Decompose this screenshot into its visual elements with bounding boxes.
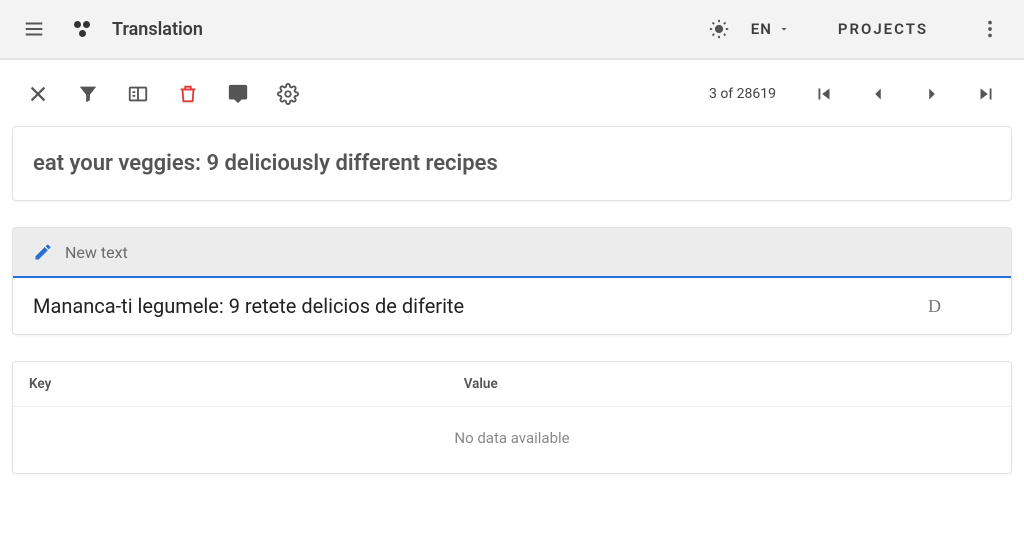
next-page-icon[interactable] (918, 80, 946, 108)
table-empty-message: No data available (13, 407, 1011, 473)
app-title: Translation (112, 19, 203, 40)
filter-icon[interactable] (74, 80, 102, 108)
target-body[interactable]: Mananca-ti legumele: 9 retete delicios d… (13, 278, 1011, 334)
app-header: Translation EN PROJECTS (0, 0, 1024, 60)
pagination-controls (810, 80, 1000, 108)
first-page-icon[interactable] (810, 80, 838, 108)
hamburger-menu-icon[interactable] (20, 15, 48, 43)
record-counter: 3 of 28619 (709, 86, 776, 102)
column-key: Key (29, 376, 464, 392)
source-text: eat your veggies: 9 deliciously differen… (33, 151, 991, 176)
target-text[interactable]: Mananca-ti legumele: 9 retete delicios d… (33, 294, 928, 318)
column-value: Value (464, 376, 995, 392)
status-badge: D (928, 296, 941, 317)
delete-icon[interactable] (174, 80, 202, 108)
target-label: New text (65, 243, 128, 262)
app-logo-icon (74, 20, 92, 38)
split-view-icon[interactable] (124, 80, 152, 108)
close-icon[interactable] (24, 80, 52, 108)
metadata-table: Key Value No data available (12, 361, 1012, 474)
projects-link[interactable]: PROJECTS (838, 20, 928, 38)
language-selector[interactable]: EN (751, 20, 790, 38)
comment-icon[interactable] (224, 80, 252, 108)
source-text-card: eat your veggies: 9 deliciously differen… (12, 126, 1012, 201)
table-header-row: Key Value (13, 362, 1011, 407)
language-code: EN (751, 20, 772, 38)
target-text-card: New text Mananca-ti legumele: 9 retete d… (12, 227, 1012, 335)
edit-icon (33, 242, 53, 262)
editor-toolbar: 3 of 28619 (0, 60, 1024, 126)
chevron-down-icon (778, 23, 790, 35)
target-header[interactable]: New text (13, 228, 1011, 278)
theme-toggle-icon[interactable] (705, 15, 733, 43)
settings-icon[interactable] (274, 80, 302, 108)
kebab-menu-icon[interactable] (976, 15, 1004, 43)
last-page-icon[interactable] (972, 80, 1000, 108)
prev-page-icon[interactable] (864, 80, 892, 108)
